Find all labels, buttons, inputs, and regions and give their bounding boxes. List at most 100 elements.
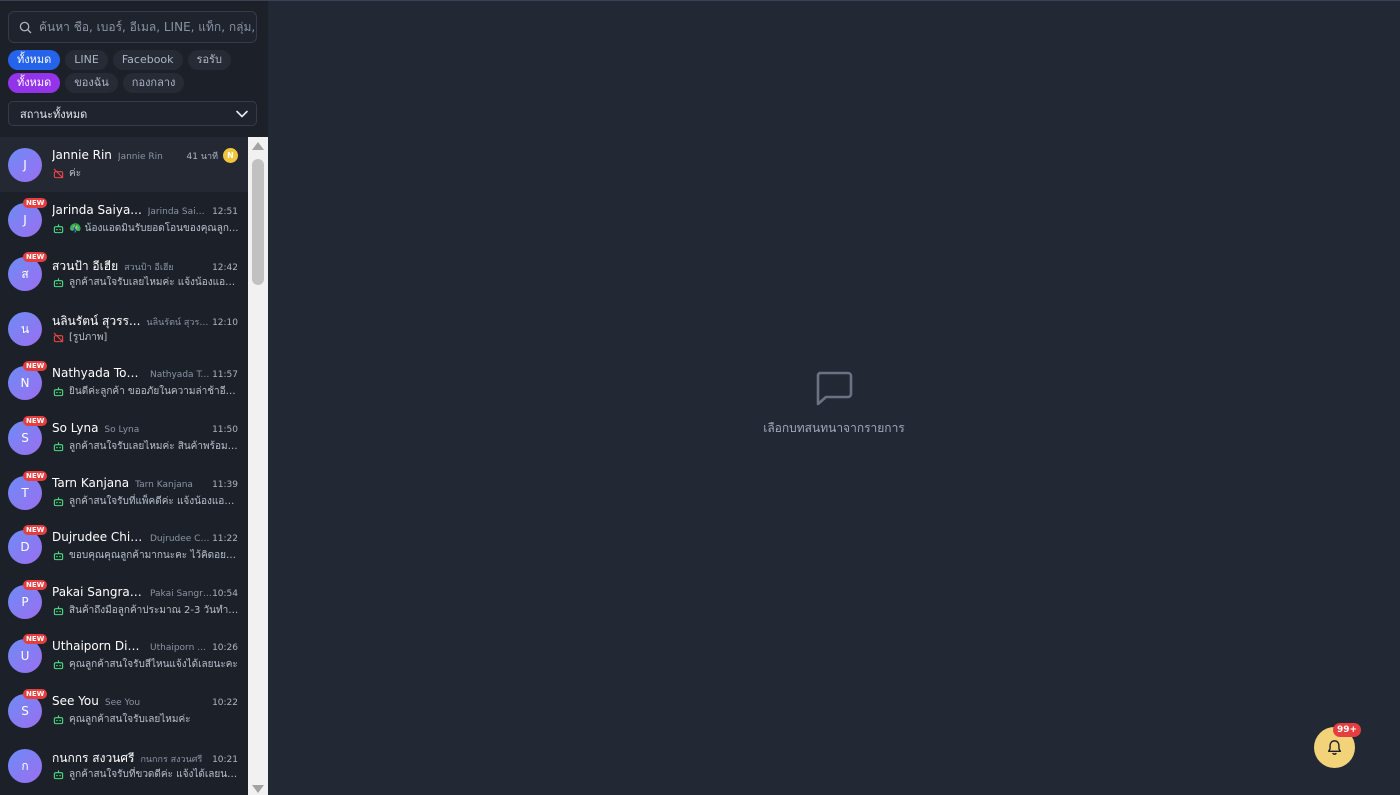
- contact-name: Uthaiporn Ditv...: [52, 639, 144, 654]
- last-message-time: 10:54: [212, 588, 238, 599]
- conversation-item[interactable]: นนลินรัตน์ สุวรร... นลินรัตน์ สุวรร... 12:…: [0, 301, 248, 356]
- conversation-item[interactable]: S NEW See You See You 10:22 คุณลูกค้าสนใจรับเ…: [0, 683, 248, 738]
- message-preview: ลูกค้าสนใจรับที่แพ็คดีค่ะ แจ้งน้องแอด...: [53, 494, 239, 509]
- conversation-header: Jarinda Saiya... Jarinda Saiya... 12:51: [52, 203, 238, 217]
- conversation-item[interactable]: S NEW So Lyna So Lyna 11:50 ลูกค้าสนใจรับเลยไ…: [0, 410, 248, 465]
- avatar: J: [8, 202, 42, 237]
- conversation-header: Nathyada Too...Nathyada Too...11:57: [52, 366, 238, 380]
- contact-name: Jarinda Saiya...: [52, 202, 142, 217]
- owner-filter: ทั้งหมด ของฉัน กองกลาง: [8, 73, 185, 93]
- message-text: ลูกค้าสนใจรับเลยไหมค่ะ แจ้งน้องแอด...: [69, 277, 239, 289]
- message-preview: คุณลูกค้าสนใจรับสีไหนแจ้งได้เลยนะคะ: [53, 657, 239, 672]
- message-text: สินค้าถึงมือลูกค้าประมาณ 2-3 วันทำก...: [69, 604, 239, 616]
- message-text: คุณลูกค้าสนใจรับเลยไหมค่ะ: [69, 713, 191, 725]
- avatar: T: [8, 475, 42, 510]
- message-text: ขอบคุณคุณลูกค้ามากนะคะ ไว้คิดอยาก...: [69, 550, 239, 562]
- new-badge: NEW: [23, 470, 48, 481]
- filter-owner-mine[interactable]: ของฉัน: [65, 73, 118, 93]
- status-select[interactable]: สถานะทั้งหมด: [8, 101, 257, 126]
- contact-name: กนกกร สงวนศรี: [52, 750, 135, 765]
- scrollbar[interactable]: [248, 137, 268, 795]
- avatar: N: [8, 366, 42, 401]
- message-text: ลูกค้าสนใจรับเลยไหมค่ะ สินค้าพร้อมส่...: [69, 440, 239, 452]
- channel-filter: ทั้งหมด LINE Facebook รอรับ: [8, 50, 231, 70]
- new-badge: NEW: [23, 252, 48, 263]
- message-preview: คุณลูกค้าสนใจรับเลยไหมค่ะ: [53, 712, 239, 727]
- muted-icon: [53, 168, 64, 179]
- conversation-header: Dujrudee Chin...Dujrudee Chin...11:22: [52, 530, 238, 544]
- message-preview: สินค้าถึงมือลูกค้าประมาณ 2-3 วันทำก...: [53, 603, 239, 618]
- contact-subname: Jarinda Saiya...: [147, 206, 210, 217]
- conversation-item[interactable]: ก กนกกร สงวนศรี กนกกร สงวนศรี 10:21 ลูกค้าสน…: [0, 738, 248, 793]
- contact-name: See You: [52, 693, 99, 708]
- contact-name: นลินรัตน์ สุวรร...: [52, 313, 141, 328]
- conversation-item[interactable]: UNEWUthaiporn Ditv...Uthaiporn Ditv...10…: [0, 628, 248, 683]
- bot-icon: [53, 715, 64, 725]
- avatar: ส: [8, 257, 42, 292]
- message-text: 🦚 น้องแอดมินรับยอดโอนของคุณลูก...: [69, 222, 239, 234]
- conversation-header: นลินรัตน์ สุวรร... นลินรัตน์ สุวรร... 12:1…: [52, 312, 238, 331]
- contact-subname: สวนป้า อีเฮีย: [124, 263, 174, 274]
- conversation-item[interactable]: T NEW Tarn Kanjana Tarn Kanjana 11:39 ลูกค้าส…: [0, 465, 248, 520]
- last-message-time: 12:10: [212, 317, 238, 328]
- contact-name: สวนป้า อีเฮีย: [52, 259, 119, 274]
- scroll-up-arrow[interactable]: [252, 142, 264, 150]
- last-message-time: 11:50: [212, 424, 238, 435]
- contact-name: Jannie Rin: [52, 148, 112, 162]
- bot-icon: [53, 606, 64, 615]
- contact-name: Pakai Sangrav...: [52, 584, 144, 599]
- message-preview: ยินดีค่ะลูกค้า ขออภัยในความล่าช้าอีกค...: [53, 384, 239, 399]
- message-preview: ค่ะ: [53, 166, 239, 181]
- last-message-time: 10:26: [212, 643, 238, 654]
- bell-icon: [1327, 740, 1342, 755]
- search-box[interactable]: [8, 11, 257, 43]
- filter-channel-facebook[interactable]: Facebook: [112, 50, 183, 70]
- message-preview: [รูปภาพ]: [53, 330, 239, 345]
- scroll-thumb[interactable]: [252, 159, 264, 285]
- conversation-header: Jannie Rin Jannie Rin 41 นาที N: [52, 148, 238, 163]
- filter-owner-all[interactable]: ทั้งหมด: [8, 73, 61, 93]
- empty-chat-area: เลือกบทสนทนาจากรายการ: [268, 1, 1400, 795]
- contact-subname: นลินรัตน์ สุวรร...: [146, 317, 209, 328]
- conversation-item[interactable]: J Jannie Rin Jannie Rin 41 นาที N ค่ะ: [0, 137, 248, 192]
- new-badge: NEW: [23, 688, 48, 699]
- contact-name: Nathyada Too...: [52, 366, 144, 381]
- new-badge: NEW: [23, 415, 48, 426]
- message-text: ลูกค้าสนใจรับที่ขวดดีค่ะ แจ้งได้เลยนะคะ: [69, 768, 239, 780]
- conversation-item[interactable]: PNEWPakai Sangrav...Pakai Sangrav...10:5…: [0, 574, 248, 629]
- avatar: น: [8, 311, 42, 346]
- conversation-header: Uthaiporn Ditv...Uthaiporn Ditv...10:26: [52, 639, 238, 653]
- message-preview: ขอบคุณคุณลูกค้ามากนะคะ ไว้คิดอยาก...: [53, 548, 239, 563]
- message-preview: ลูกค้าสนใจรับเลยไหมค่ะ แจ้งน้องแอด...: [53, 275, 239, 290]
- muted-icon: [53, 332, 64, 343]
- last-message-time: 10:21: [212, 754, 238, 765]
- last-message-time: 11:39: [212, 479, 238, 490]
- message-preview: 🦚 น้องแอดมินรับยอดโอนของคุณลูก...: [53, 221, 239, 236]
- conversation-header: Pakai Sangrav...Pakai Sangrav...10:54: [52, 585, 238, 599]
- new-badge: NEW: [23, 361, 48, 372]
- contact-subname: Uthaiporn Ditv...: [150, 643, 212, 654]
- filter-channel-line[interactable]: LINE: [65, 50, 108, 70]
- last-message-time: 11:22: [212, 534, 238, 545]
- scroll-down-arrow[interactable]: [252, 785, 264, 793]
- conversation-item[interactable]: NNEWNathyada Too...Nathyada Too...11:57ย…: [0, 355, 248, 410]
- chevron-down-icon: [236, 110, 248, 117]
- contact-subname: Jannie Rin: [117, 152, 163, 162]
- conversation-item[interactable]: J NEW Jarinda Saiya... Jarinda Saiya... 12:5…: [0, 192, 248, 247]
- last-message-time: 41 นาที: [186, 152, 218, 162]
- message-text: ค่ะ: [69, 168, 82, 179]
- contact-name: So Lyna: [52, 420, 99, 435]
- bot-icon: [53, 387, 64, 397]
- contact-subname: Nathyada Too...: [150, 370, 212, 381]
- bot-icon: [53, 442, 64, 452]
- conversation-item[interactable]: ส NEW สวนป้า อีเฮีย สวนป้า อีเฮีย 12:42 ลูกค้…: [0, 246, 248, 301]
- conversation-item[interactable]: DNEWDujrudee Chin...Dujrudee Chin...11:2…: [0, 519, 248, 574]
- conversation-header: So Lyna So Lyna 11:50: [52, 421, 238, 435]
- filter-channel-all[interactable]: ทั้งหมด: [8, 50, 61, 70]
- filter-channel-pending[interactable]: รอรับ: [187, 50, 231, 70]
- chat-bubble-icon: [816, 371, 853, 406]
- filter-owner-shared[interactable]: กองกลาง: [122, 73, 185, 93]
- conversation-header: สวนป้า อีเฮีย สวนป้า อีเฮีย 12:42: [52, 257, 238, 276]
- search-input[interactable]: [39, 20, 256, 34]
- conversation-header: See You See You 10:22: [52, 694, 238, 708]
